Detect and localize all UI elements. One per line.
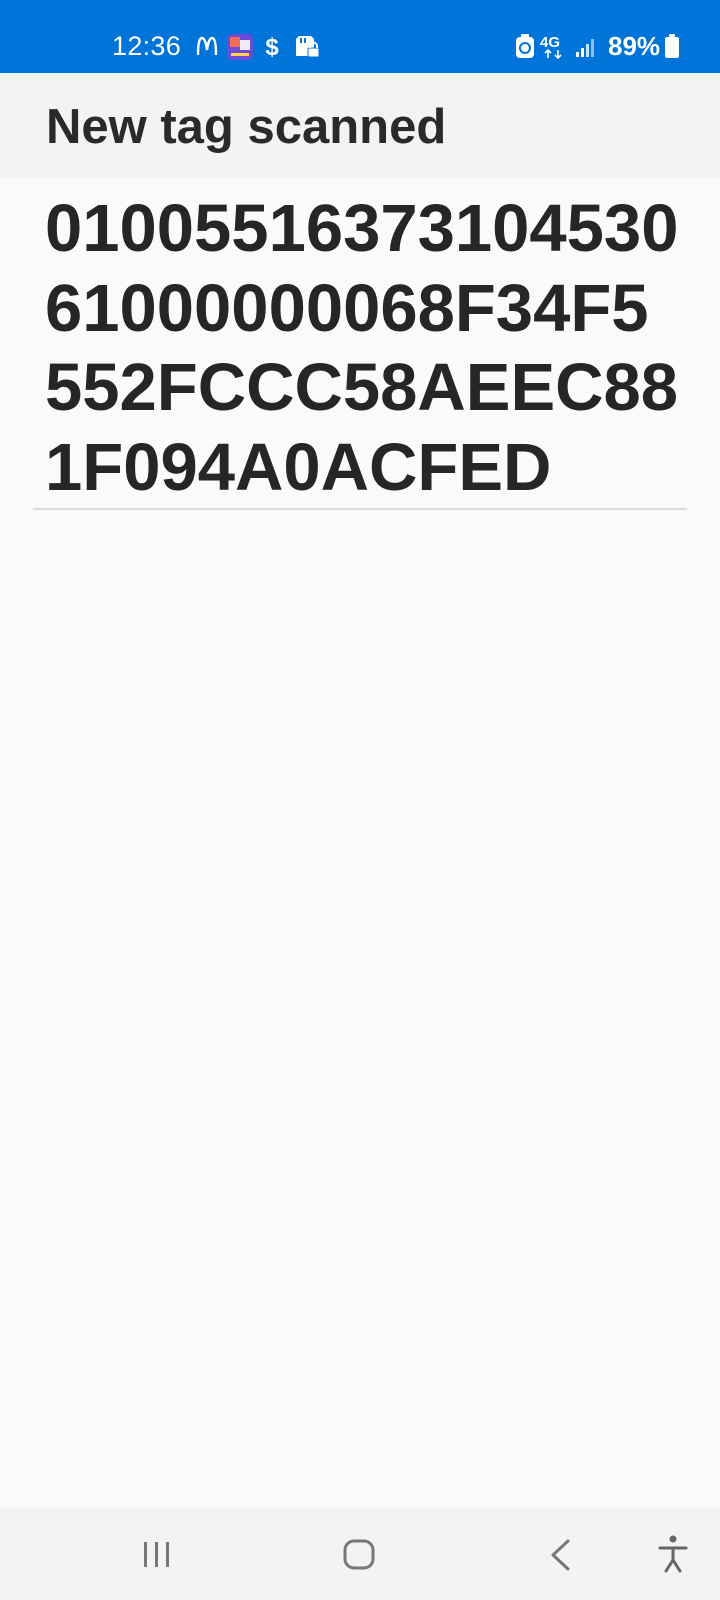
page-title: New tag scanned xyxy=(46,100,447,154)
back-button[interactable] xyxy=(515,1508,605,1600)
dollar-icon: $ xyxy=(265,34,279,59)
network-4g-icon: 4G xyxy=(540,34,562,59)
back-icon xyxy=(551,1539,570,1571)
svg-text:$: $ xyxy=(265,34,279,59)
battery-percent: 89% xyxy=(608,31,661,61)
title-bar: New tag scanned xyxy=(0,73,720,178)
sd-card-lock-icon xyxy=(296,36,320,58)
accessibility-button[interactable] xyxy=(628,1508,718,1600)
data-saver-icon xyxy=(516,34,534,58)
recent-apps-button[interactable] xyxy=(112,1508,202,1600)
status-bar: 12:36 $ 4G 89% xyxy=(0,0,720,73)
accessibility-icon xyxy=(658,1535,688,1573)
battery-icon xyxy=(665,34,679,58)
navigation-bar xyxy=(0,1508,720,1600)
status-time: 12:36 xyxy=(112,31,182,61)
tag-value-text: 0100551637310453061000000068F34F5552FCCC… xyxy=(45,191,679,505)
home-button[interactable] xyxy=(314,1508,404,1600)
translate-app-icon xyxy=(227,34,253,60)
mcdonalds-icon xyxy=(196,36,218,56)
signal-icon xyxy=(576,39,594,57)
svg-text:4G: 4G xyxy=(540,34,560,51)
home-icon xyxy=(343,1539,375,1570)
recent-apps-icon xyxy=(144,1542,169,1567)
divider xyxy=(33,508,687,510)
